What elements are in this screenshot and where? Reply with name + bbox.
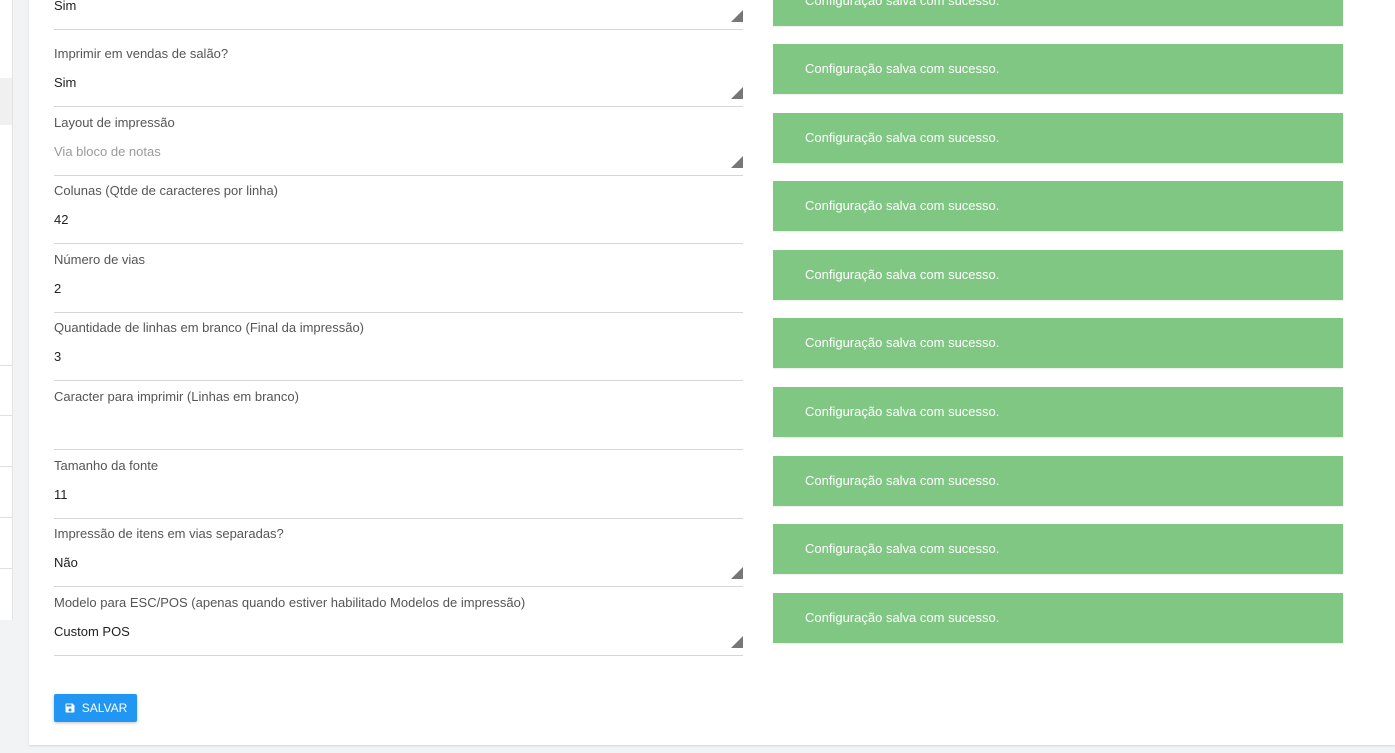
print-salon-sales-select[interactable]: Imprimir em vendas de salão? Sim [54, 46, 743, 107]
dropdown-arrow-icon [731, 567, 743, 579]
field-value: Custom POS [54, 624, 130, 639]
dropdown-arrow-icon [731, 10, 743, 22]
floppy-disk-icon [65, 703, 75, 713]
sidebar-divider [0, 365, 12, 366]
success-notice: Configuração salva com sucesso. [773, 44, 1343, 94]
save-button[interactable]: SALVAR [54, 694, 137, 722]
field-label: Número de vias [54, 252, 146, 267]
sidebar-divider [0, 466, 12, 467]
field-value: 2 [54, 281, 62, 296]
success-notice: Configuração salva com sucesso. [773, 318, 1343, 368]
field-value: Via bloco de notas [54, 144, 161, 159]
dropdown-arrow-icon [731, 636, 743, 648]
field-value: 11 [54, 487, 68, 502]
field-label: Imprimir em vendas de salão? [54, 46, 229, 61]
columns-input[interactable]: Colunas (Qtde de caracteres por linha) 4… [54, 183, 743, 244]
success-notice: Configuração salva com sucesso. [773, 387, 1343, 437]
success-notice: Configuração salva com sucesso. [773, 593, 1343, 643]
field-label: Modelo para ESC/POS (apenas quando estiv… [54, 595, 526, 610]
dropdown-arrow-icon [731, 87, 743, 99]
sidebar-divider [0, 517, 12, 518]
blank-line-char-input[interactable]: Caracter para imprimir (Linhas em branco… [54, 389, 743, 450]
success-notice: Configuração salva com sucesso. [773, 250, 1343, 300]
success-notice: Configuração salva com sucesso. [773, 456, 1343, 506]
sidebar [0, 0, 13, 620]
copies-input[interactable]: Número de vias 2 [54, 252, 743, 313]
font-size-input[interactable]: Tamanho da fonte 11 [54, 458, 743, 519]
success-notice: Configuração salva com sucesso. [773, 113, 1343, 163]
success-notice: Configuração salva com sucesso. [773, 0, 1343, 26]
save-button-label: SALVAR [81, 701, 128, 715]
field-value: 3 [54, 349, 62, 364]
success-notice: Configuração salva com sucesso. [773, 524, 1343, 574]
field-value: Sim [54, 0, 77, 13]
blank-lines-input[interactable]: Quantidade de linhas em branco (Final da… [54, 320, 743, 381]
print-option-select[interactable]: Sim [54, 0, 743, 30]
field-label: Layout de impressão [54, 115, 175, 130]
dropdown-arrow-icon [731, 156, 743, 168]
print-layout-select[interactable]: Layout de impressão Via bloco de notas [54, 115, 743, 176]
field-label: Tamanho da fonte [54, 458, 159, 473]
field-value: Não [54, 555, 78, 570]
field-label: Colunas (Qtde de caracteres por linha) [54, 183, 279, 198]
settings-card: Sim Imprimir em vendas de salão? Sim Lay… [29, 0, 1395, 745]
sidebar-active-item[interactable] [0, 78, 12, 125]
field-label: Impressão de itens em vias separadas? [54, 526, 284, 541]
sidebar-divider [0, 568, 12, 569]
sidebar-divider [0, 415, 12, 416]
field-label: Caracter para imprimir (Linhas em branco… [54, 389, 299, 404]
separate-copies-select[interactable]: Impressão de itens em vias separadas? Nã… [54, 526, 743, 587]
field-value: Sim [54, 75, 77, 90]
field-label: Quantidade de linhas em branco (Final da… [54, 320, 365, 335]
field-value: 42 [54, 212, 69, 227]
success-notice: Configuração salva com sucesso. [773, 181, 1343, 231]
escpos-model-select[interactable]: Modelo para ESC/POS (apenas quando estiv… [54, 595, 743, 656]
